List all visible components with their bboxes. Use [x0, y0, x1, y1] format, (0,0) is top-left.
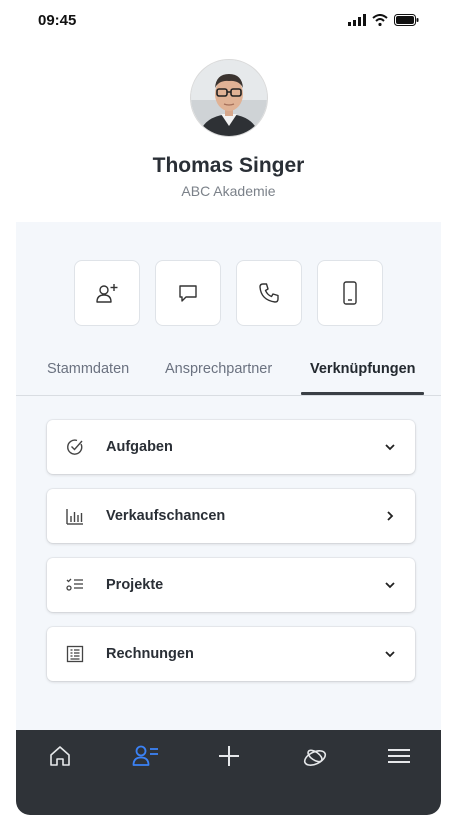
- avatar[interactable]: [190, 59, 268, 137]
- plus-icon: [219, 746, 239, 766]
- status-icons: [348, 12, 419, 28]
- list-item-label: Verkaufschancen: [106, 508, 226, 524]
- chevron-right-icon: [387, 511, 394, 521]
- call-button[interactable]: [236, 260, 302, 326]
- nav-home[interactable]: [45, 742, 75, 770]
- menu-icon: [388, 749, 410, 763]
- add-person-icon: [96, 284, 118, 303]
- chevron-down-icon: [385, 444, 395, 451]
- contact-organization: ABC Akademie: [181, 183, 276, 199]
- signal-icon: [348, 14, 366, 26]
- tab-verknuepfungen[interactable]: Verknüpfungen: [310, 361, 416, 377]
- bar-chart-icon: [66, 509, 83, 525]
- nav-add[interactable]: [214, 742, 244, 770]
- bottom-navigation: [16, 730, 441, 815]
- contact-name: Thomas Singer: [152, 154, 305, 177]
- list-item-label: Projekte: [106, 577, 164, 593]
- list-item-label: Rechnungen: [106, 646, 194, 662]
- list-item-projekte[interactable]: Projekte: [47, 558, 415, 612]
- list-item-rechnungen[interactable]: Rechnungen: [47, 627, 415, 681]
- chevron-down-icon: [385, 582, 395, 589]
- mobile-icon: [343, 281, 357, 305]
- checklist-icon: [66, 578, 83, 591]
- add-contact-button[interactable]: [74, 260, 140, 326]
- list-item-label: Aufgaben: [106, 439, 173, 455]
- message-button[interactable]: [155, 260, 221, 326]
- list-item-aufgaben[interactable]: Aufgaben: [47, 420, 415, 474]
- profile-header: Thomas Singer ABC Akademie: [16, 40, 441, 222]
- tab-ansprechpartner[interactable]: Ansprechpartner: [165, 361, 272, 377]
- avatar-image: [191, 60, 267, 136]
- phone-screen: 09:45 Thomas Singer ABC Akademie Stammda…: [16, 0, 441, 815]
- quick-actions: [74, 260, 383, 326]
- tab-stammdaten[interactable]: Stammdaten: [47, 361, 129, 377]
- links-list: Aufgaben Verkaufschancen Projekte Rechnu…: [47, 420, 415, 696]
- nav-contacts[interactable]: [131, 742, 161, 770]
- nav-deals[interactable]: [300, 742, 330, 770]
- chevron-down-icon: [385, 651, 395, 658]
- battery-icon: [394, 14, 419, 26]
- content-area: Stammdaten Ansprechpartner Verknüpfungen…: [16, 222, 441, 732]
- wifi-icon: [372, 14, 388, 26]
- active-tab-indicator: [301, 392, 424, 395]
- chat-icon: [179, 285, 197, 302]
- phone-icon: [259, 283, 279, 303]
- nav-menu[interactable]: [384, 742, 414, 770]
- mobile-button[interactable]: [317, 260, 383, 326]
- home-icon: [50, 746, 70, 766]
- list-item-verkaufschancen[interactable]: Verkaufschancen: [47, 489, 415, 543]
- deals-icon: [303, 749, 327, 766]
- status-time: 09:45: [38, 12, 77, 29]
- contacts-icon: [132, 745, 158, 766]
- status-bar: 09:45: [16, 0, 441, 40]
- check-circle-icon: [67, 439, 83, 455]
- invoice-icon: [66, 645, 84, 663]
- tab-bar: Stammdaten Ansprechpartner Verknüpfungen: [16, 359, 441, 396]
